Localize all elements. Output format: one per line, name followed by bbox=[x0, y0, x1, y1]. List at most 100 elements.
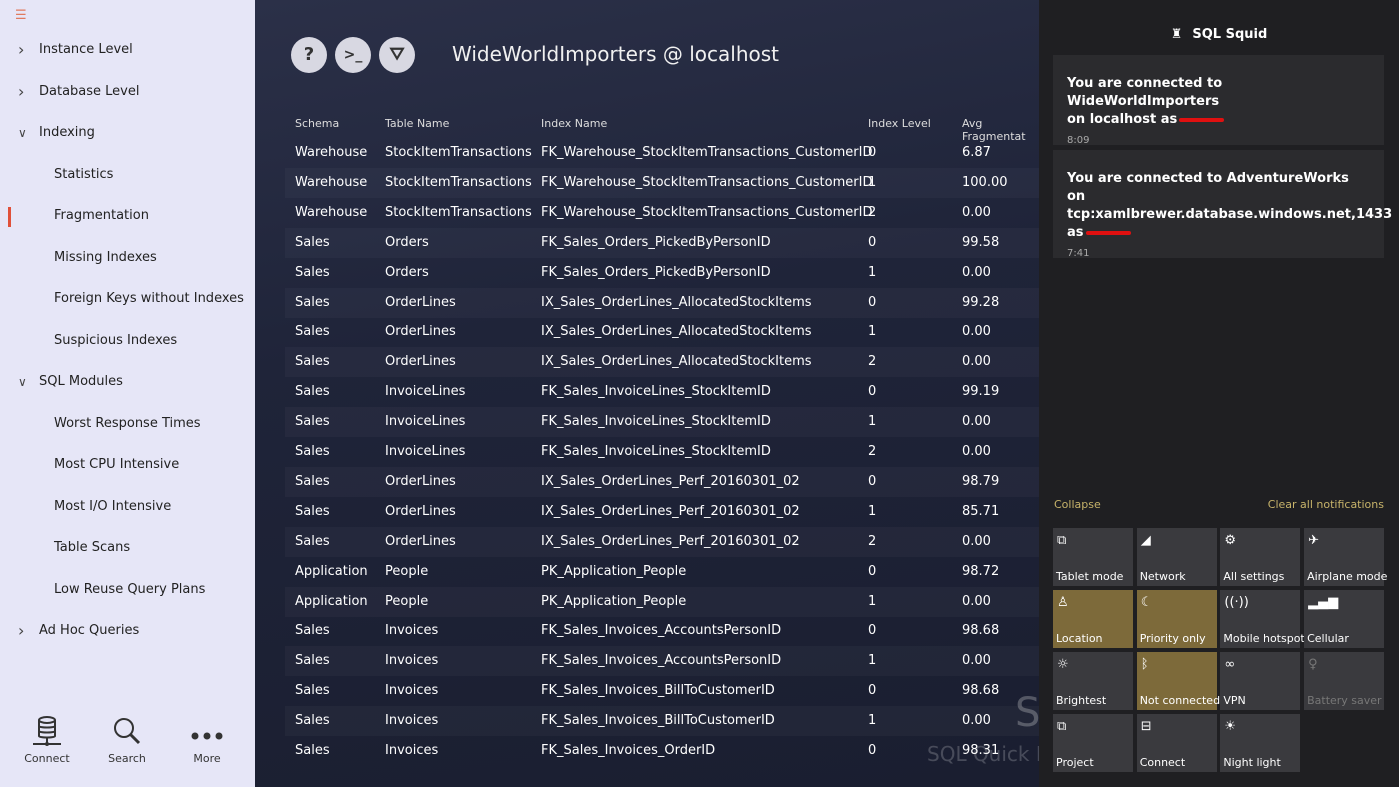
quick-action-brightest[interactable]: ☼ Brightest bbox=[1053, 652, 1133, 710]
sidebar-item-statistics[interactable]: Statistics bbox=[0, 160, 255, 190]
table-cell: OrderLines bbox=[385, 533, 456, 549]
sidebar-item-suspicious-indexes[interactable]: Suspicious Indexes bbox=[0, 326, 255, 356]
project-icon: ⧉ bbox=[1057, 719, 1067, 734]
sidebar-item-foreign-keys-without-indexes[interactable]: Foreign Keys without Indexes bbox=[0, 284, 255, 314]
connect-label: Connect bbox=[24, 752, 70, 765]
table-cell: 0 bbox=[868, 234, 877, 250]
sidebar-item-label: SQL Modules bbox=[39, 374, 123, 389]
quick-action-location[interactable]: ♙ Location bbox=[1053, 590, 1133, 648]
table-row[interactable]: Application People PK_Application_People 0 9… bbox=[285, 557, 1039, 587]
sidebar-item-label: Instance Level bbox=[39, 42, 133, 57]
table-row[interactable]: Sales OrderLines IX_Sales_OrderLines_Alloc… bbox=[285, 317, 1039, 347]
table-cell: 1 bbox=[868, 174, 877, 190]
table-row[interactable]: Sales OrderLines IX_Sales_OrderLines_Perf_… bbox=[285, 497, 1039, 527]
sidebar-item-low-reuse-query-plans[interactable]: Low Reuse Query Plans bbox=[0, 575, 255, 605]
table-cell: 0 bbox=[868, 623, 877, 639]
table-row[interactable]: Sales OrderLines IX_Sales_OrderLines_Alloc… bbox=[285, 347, 1039, 377]
table-cell: OrderLines bbox=[385, 354, 456, 370]
notification-card[interactable]: You are connected to WideWorldImporters … bbox=[1053, 55, 1384, 146]
quick-action-project[interactable]: ⧉ Project bbox=[1053, 714, 1133, 772]
table-row[interactable]: Sales OrderLines IX_Sales_OrderLines_Perf_… bbox=[285, 467, 1039, 497]
sidebar-item-ad-hoc-queries[interactable]: › Ad Hoc Queries bbox=[0, 616, 255, 646]
table-cell: PK_Application_People bbox=[541, 593, 687, 609]
tile-label: Project bbox=[1056, 756, 1094, 769]
table-cell: FK_Sales_InvoiceLines_StockItemID bbox=[541, 444, 771, 459]
column-header[interactable]: Schema bbox=[295, 117, 339, 130]
notification-card[interactable]: You are connected to AdventureWorks on t… bbox=[1053, 150, 1392, 259]
table-cell: 100.00 bbox=[962, 174, 1008, 190]
table-row[interactable]: Sales OrderLines IX_Sales_OrderLines_Alloc… bbox=[285, 288, 1039, 318]
quick-action-tablet-mode[interactable]: ⧉ Tablet mode bbox=[1053, 528, 1133, 586]
tile-label: Mobile hotspot bbox=[1223, 632, 1305, 645]
quick-action-battery-saver[interactable]: ♀ Battery saver bbox=[1304, 652, 1385, 710]
sidebar-item-label: Suspicious Indexes bbox=[54, 332, 178, 348]
quick-action-airplane-mode[interactable]: ✈ Airplane mode bbox=[1304, 528, 1387, 586]
table-row[interactable]: Warehouse StockItemTransactions FK_Warehou… bbox=[285, 168, 1039, 198]
table-cell: 85.71 bbox=[962, 503, 1000, 519]
column-header[interactable]: Table Name bbox=[385, 117, 449, 130]
hamburger-icon[interactable]: ☰ bbox=[15, 8, 27, 23]
table-cell: Application bbox=[295, 593, 368, 609]
tile-label: Location bbox=[1056, 632, 1103, 645]
quick-action-priority-only[interactable]: ☾ Priority only bbox=[1136, 590, 1217, 648]
sidebar-item-sql-modules[interactable]: ∨ SQL Modules bbox=[0, 367, 255, 397]
quick-action-cellular[interactable]: ▂▄▆ Cellular bbox=[1304, 590, 1385, 648]
table-row[interactable]: Application People PK_Application_People 1 0… bbox=[285, 587, 1039, 617]
table-cell: 0 bbox=[868, 743, 877, 758]
table-row[interactable]: Sales Invoices FK_Sales_Invoices_BillToCus… bbox=[285, 676, 1039, 706]
quick-action-not-connected[interactable]: ᛒ Not connected bbox=[1136, 652, 1220, 710]
table-cell: 0.00 bbox=[962, 264, 991, 280]
sidebar-item-indexing[interactable]: ∨ Indexing bbox=[0, 118, 255, 148]
sidebar-item-worst-response-times[interactable]: Worst Response Times bbox=[0, 409, 255, 439]
selected-indicator bbox=[8, 207, 11, 227]
sidebar-item-missing-indexes[interactable]: Missing Indexes bbox=[0, 243, 255, 273]
column-header[interactable]: Index Level bbox=[868, 117, 931, 130]
collapse-link[interactable]: Collapse bbox=[1054, 498, 1101, 511]
bluetooth-icon: ᛒ bbox=[1140, 657, 1149, 672]
column-header[interactable]: Index Name bbox=[541, 117, 607, 130]
table-row[interactable]: Sales Invoices FK_Sales_Invoices_OrderID 0 9… bbox=[285, 736, 1039, 766]
table-cell: 0.00 bbox=[962, 204, 991, 220]
quick-action-all-settings[interactable]: ⚙ All settings bbox=[1220, 528, 1301, 586]
clear-all-notifications-link[interactable]: Clear all notifications bbox=[1268, 498, 1384, 511]
sidebar-item-most-i-o-intensive[interactable]: Most I/O Intensive bbox=[0, 492, 255, 522]
table-row[interactable]: Sales InvoiceLines FK_Sales_InvoiceLines_S… bbox=[285, 437, 1039, 467]
sidebar-item-instance-level[interactable]: › Instance Level bbox=[0, 35, 255, 65]
table-row[interactable]: Warehouse StockItemTransactions FK_Warehou… bbox=[285, 138, 1039, 168]
sidebar-item-database-level[interactable]: › Database Level bbox=[0, 77, 255, 107]
quick-action-connect[interactable]: ⊟ Connect bbox=[1136, 714, 1217, 772]
sidebar-item-most-cpu-intensive[interactable]: Most CPU Intensive bbox=[0, 450, 255, 480]
table-row[interactable]: Sales Invoices FK_Sales_Invoices_AccountsP… bbox=[285, 616, 1039, 646]
help-button[interactable]: ? bbox=[291, 37, 327, 73]
notification-text: You are connected to AdventureWorks on bbox=[1067, 171, 1349, 204]
quick-action-network[interactable]: ◢ Network bbox=[1136, 528, 1217, 586]
terminal-button[interactable]: >_ bbox=[335, 37, 371, 73]
table-cell: 6.87 bbox=[962, 145, 991, 160]
more-button[interactable]: More bbox=[177, 716, 237, 765]
table-row[interactable]: Sales Orders FK_Sales_Orders_PickedByPerso… bbox=[285, 228, 1039, 258]
table-row[interactable]: Sales InvoiceLines FK_Sales_InvoiceLines_S… bbox=[285, 377, 1039, 407]
table-cell: 0 bbox=[868, 473, 877, 489]
table-row[interactable]: Sales Invoices FK_Sales_Invoices_BillToCus… bbox=[285, 706, 1039, 736]
quick-action-night-light[interactable]: ☀ Night light bbox=[1220, 714, 1301, 772]
connect-button[interactable]: Connect bbox=[17, 716, 77, 765]
sidebar-item-label: Worst Response Times bbox=[54, 415, 201, 431]
table-cell: FK_Warehouse_StockItemTransactions_Custo… bbox=[541, 204, 873, 220]
chevron-right-icon: › bbox=[18, 621, 25, 640]
search-button[interactable]: Search bbox=[97, 716, 157, 765]
table-cell: Sales bbox=[295, 264, 330, 280]
table-row[interactable]: Warehouse StockItemTransactions FK_Warehou… bbox=[285, 198, 1039, 228]
table-row[interactable]: Sales OrderLines IX_Sales_OrderLines_Perf_… bbox=[285, 527, 1039, 557]
quick-action-vpn[interactable]: ∞ VPN bbox=[1220, 652, 1301, 710]
table-cell: FK_Sales_Orders_PickedByPersonID bbox=[541, 264, 771, 280]
sidebar-item-fragmentation[interactable]: Fragmentation bbox=[0, 201, 255, 231]
table-cell: InvoiceLines bbox=[385, 384, 466, 400]
filter-button[interactable]: ⛛ bbox=[379, 37, 415, 73]
app-name: SQL Squid bbox=[1192, 27, 1268, 42]
table-row[interactable]: Sales Orders FK_Sales_Orders_PickedByPerso… bbox=[285, 258, 1039, 288]
table-row[interactable]: Sales InvoiceLines FK_Sales_InvoiceLines_S… bbox=[285, 407, 1039, 437]
table-row[interactable]: Sales Invoices FK_Sales_Invoices_AccountsP… bbox=[285, 646, 1039, 676]
quick-action-mobile-hotspot[interactable]: ((·)) Mobile hotspot bbox=[1220, 590, 1305, 648]
sidebar-item-table-scans[interactable]: Table Scans bbox=[0, 533, 255, 563]
vpn-icon: ∞ bbox=[1224, 657, 1236, 672]
